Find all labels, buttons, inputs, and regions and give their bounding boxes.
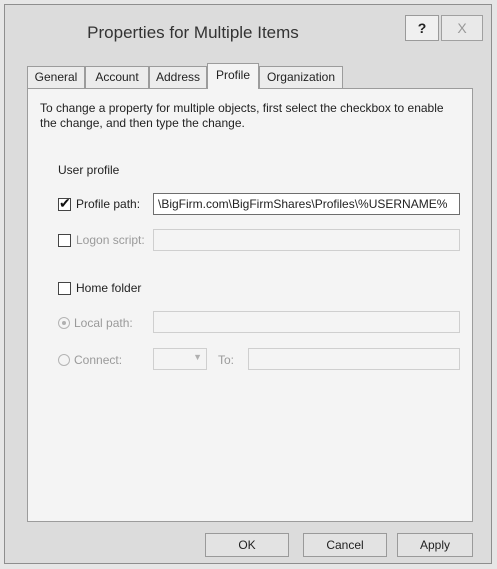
apply-button[interactable]: Apply [397,533,473,557]
title-bar[interactable]: Properties for Multiple Items ? X [5,5,491,57]
logon-script-checkbox[interactable] [58,234,71,247]
home-folder-label: Home folder [76,281,142,295]
dialog-title: Properties for Multiple Items [87,23,299,42]
tab-profile[interactable]: Profile [207,63,259,89]
check-mark-icon: ✔ [59,195,71,211]
home-folder-checkbox[interactable] [58,282,71,295]
local-path-input[interactable] [153,311,460,333]
profile-path-checkbox[interactable]: ✔ [58,195,71,211]
local-path-radio[interactable] [58,317,70,329]
logon-script-label: Logon script: [76,233,145,247]
tab-account[interactable]: Account [85,66,149,88]
instructions-text: To change a property for multiple object… [40,101,444,130]
connect-radio[interactable] [58,354,70,366]
connect-label: Connect: [74,353,123,367]
connect-to-input[interactable] [248,348,460,370]
to-label: To: [218,353,235,367]
tab-general[interactable]: General [27,66,85,88]
drive-letter-select[interactable]: ▼ [153,348,207,370]
tab-organization[interactable]: Organization [259,66,343,88]
radio-selected-dot [62,321,66,325]
close-button[interactable]: X [441,15,483,41]
profile-path-label: Profile path: [76,197,141,211]
logon-script-input[interactable] [153,229,460,251]
help-button[interactable]: ? [405,15,439,41]
local-path-label: Local path: [74,316,133,330]
profile-path-input[interactable]: \BigFirm.com\BigFirmShares\Profiles\%USE… [153,193,460,215]
chevron-down-icon: ▼ [193,352,202,362]
cancel-button[interactable]: Cancel [303,533,387,557]
user-profile-group-label: User profile [58,163,120,177]
profile-tab-panel: To change a property for multiple object… [27,88,473,522]
properties-dialog: Properties for Multiple Items ? X Genera… [4,4,492,564]
ok-button[interactable]: OK [205,533,289,557]
tab-address[interactable]: Address [149,66,207,88]
